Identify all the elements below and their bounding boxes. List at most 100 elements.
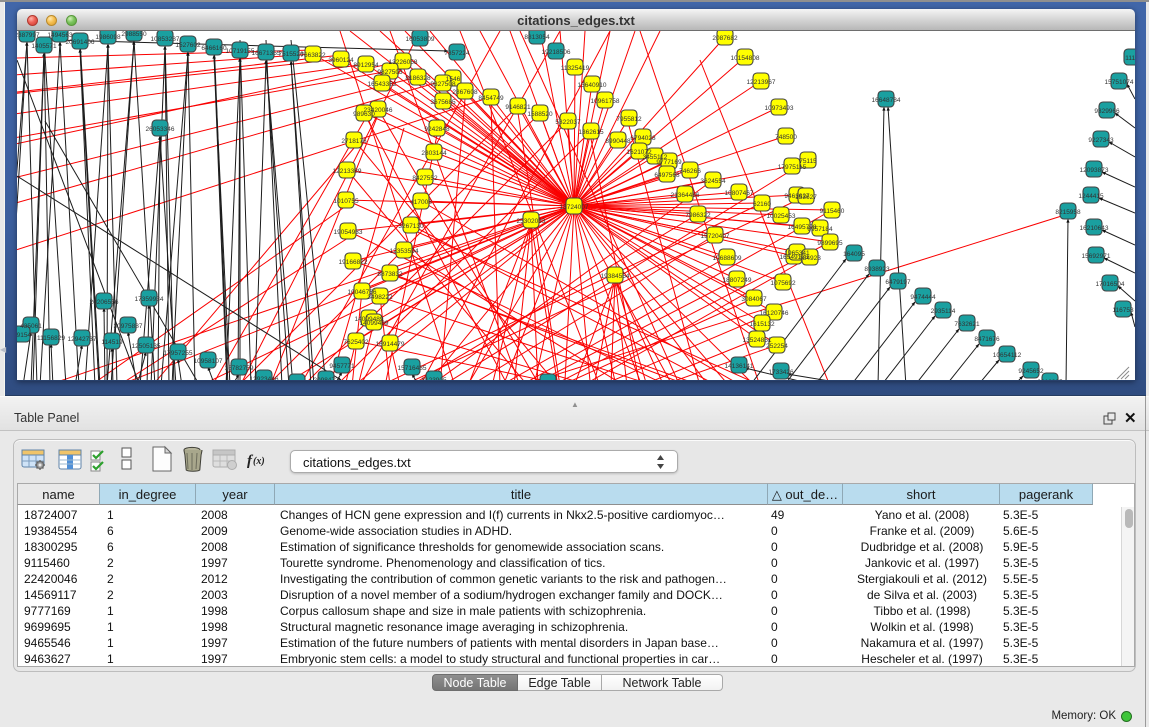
svg-text:19218506: 19218506 [542, 49, 571, 56]
svg-text:2718176: 2718176 [341, 138, 367, 145]
svg-text:3675685: 3675685 [430, 99, 456, 106]
svg-text:1733426: 1733426 [768, 369, 794, 376]
svg-text:2087682: 2087682 [712, 35, 738, 42]
svg-text:7625402: 7625402 [343, 339, 369, 346]
svg-text:2098472: 2098472 [313, 377, 339, 381]
svg-text:17957255: 17957255 [164, 350, 193, 357]
svg-text:10719155: 10719155 [226, 48, 255, 55]
svg-text:12505135: 12505135 [132, 343, 161, 350]
svg-text:7632621: 7632621 [954, 321, 980, 328]
svg-text:6466160: 6466160 [201, 45, 227, 52]
svg-text:16210643: 16210643 [1080, 225, 1109, 232]
svg-text:12213389: 12213389 [333, 168, 362, 175]
svg-text:8990448: 8990448 [605, 138, 631, 145]
svg-text:10154808: 10154808 [731, 55, 760, 62]
svg-text:21364436: 21364436 [671, 192, 700, 199]
svg-text:164095: 164095 [843, 251, 865, 258]
svg-text:19054933: 19054933 [334, 229, 363, 236]
svg-text:153627: 153627 [795, 194, 817, 201]
svg-text:1117: 1117 [1125, 55, 1135, 62]
svg-text:2387997: 2387997 [17, 32, 40, 39]
svg-text:10688609: 10688609 [713, 255, 742, 262]
svg-text:18724007: 18724007 [560, 204, 589, 211]
svg-text:3960124: 3960124 [328, 57, 354, 64]
svg-text:30975887: 30975887 [114, 323, 143, 330]
svg-text:16671355: 16671355 [252, 50, 281, 57]
svg-text:10654112: 10654112 [993, 352, 1022, 359]
svg-text:8938923: 8938923 [864, 266, 890, 273]
svg-text:7104931: 7104931 [284, 380, 310, 381]
svg-text:6957184: 6957184 [807, 226, 833, 233]
svg-text:9227343: 9227343 [1088, 137, 1114, 144]
svg-text:2803144: 2803144 [421, 150, 447, 157]
svg-text:9777169: 9777169 [656, 159, 682, 166]
svg-text:989630: 989630 [353, 111, 375, 118]
svg-text:116753: 116753 [1112, 307, 1134, 314]
svg-text:8123905: 8123905 [421, 377, 447, 381]
svg-text:75115: 75115 [799, 158, 817, 165]
svg-text:20206556: 20206556 [90, 299, 119, 306]
svg-text:114519: 114519 [101, 339, 123, 346]
svg-text:16648784: 16648784 [872, 97, 901, 104]
svg-text:9818235: 9818235 [1037, 379, 1063, 381]
svg-text:15751074: 15751074 [1105, 79, 1134, 86]
svg-text:8471676: 8471676 [974, 336, 1000, 343]
svg-text:10807467: 10807467 [725, 190, 754, 197]
svg-text:9245652: 9245652 [1018, 368, 1044, 375]
svg-text:1494563: 1494563 [47, 32, 73, 39]
svg-text:12213967: 12213967 [747, 79, 776, 86]
svg-text:746266: 746266 [679, 168, 701, 175]
svg-text:1615132: 1615132 [749, 321, 775, 328]
svg-text:9899695: 9899695 [817, 240, 843, 247]
svg-text:19166822: 19166822 [339, 259, 368, 266]
svg-text:25302033: 25302033 [517, 218, 546, 225]
svg-text:417008: 417008 [410, 199, 432, 206]
svg-text:20691406: 20691406 [66, 39, 95, 46]
svg-text:1588520: 1588520 [527, 111, 553, 118]
svg-text:16120746: 16120746 [760, 310, 789, 317]
svg-text:62160: 62160 [753, 201, 771, 208]
svg-text:3624554: 3624554 [700, 178, 726, 185]
svg-text:435061: 435061 [20, 323, 42, 330]
svg-text:6497568: 6497568 [654, 172, 680, 179]
svg-text:9827503: 9827503 [377, 69, 403, 76]
svg-text:15692971: 15692971 [1082, 253, 1111, 260]
svg-text:10958107: 10958107 [194, 358, 223, 365]
svg-text:14099489: 14099489 [360, 320, 389, 327]
svg-text:18807249: 18807249 [723, 277, 752, 284]
svg-text:6794028: 6794028 [630, 135, 656, 142]
svg-text:12942737: 12942737 [68, 336, 97, 343]
svg-text:16053809: 16053809 [406, 36, 435, 43]
svg-text:17016504: 17016504 [1096, 281, 1125, 288]
svg-text:9115460: 9115460 [820, 208, 845, 215]
svg-text:6234981: 6234981 [535, 380, 561, 381]
svg-text:14136141: 14136141 [725, 363, 754, 370]
svg-text:10961758: 10961758 [591, 98, 620, 105]
svg-text:8454749: 8454749 [478, 95, 504, 102]
svg-text:39154: 39154 [17, 332, 31, 339]
svg-text:15716485: 15716485 [398, 365, 427, 372]
svg-text:1362615: 1362615 [578, 129, 604, 136]
svg-text:8912954: 8912954 [353, 62, 379, 69]
svg-text:3084067: 3084067 [741, 296, 767, 303]
svg-text:15640910: 15640910 [578, 82, 607, 89]
svg-text:3267130: 3267130 [398, 223, 424, 230]
svg-text:2867608: 2867608 [452, 89, 478, 96]
svg-text:8186328: 8186328 [405, 75, 431, 82]
svg-text:16914479: 16914479 [376, 341, 405, 348]
svg-text:748500: 748500 [775, 134, 797, 141]
svg-text:10973493: 10973493 [765, 105, 794, 112]
svg-text:11325419: 11325419 [561, 65, 590, 72]
svg-text:8215958: 8215958 [1055, 209, 1081, 216]
svg-text:7986322: 7986322 [685, 212, 711, 219]
svg-text:8427552: 8427552 [412, 175, 438, 182]
svg-text:7955812: 7955812 [616, 116, 642, 123]
svg-text:11156829: 11156829 [37, 335, 65, 342]
svg-text:9242848: 9242848 [424, 126, 450, 133]
svg-text:1244415: 1244415 [1078, 193, 1104, 200]
svg-text:1075692: 1075692 [770, 280, 796, 287]
svg-text:7663822: 7663822 [300, 52, 326, 59]
svg-text:2988550: 2988550 [121, 31, 147, 38]
svg-text:1527602: 1527602 [175, 42, 201, 49]
svg-text:9327508: 9327508 [430, 81, 456, 88]
